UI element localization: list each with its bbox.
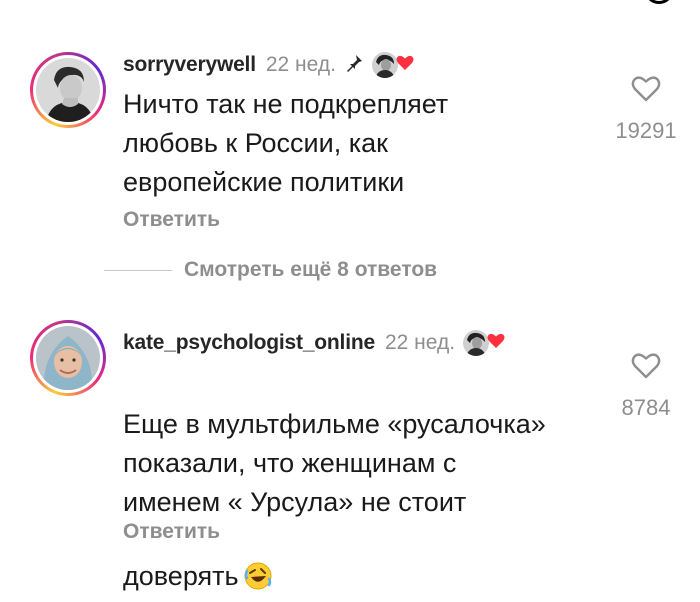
like-button[interactable] xyxy=(606,352,686,385)
reply-button[interactable]: Ответить xyxy=(123,520,220,544)
comment-text: Ничто так не подкрепляет любовь к России… xyxy=(123,89,449,197)
divider-line xyxy=(104,269,172,271)
view-more-replies[interactable]: Смотреть ещё 8 ответов xyxy=(104,258,437,282)
avatar xyxy=(36,326,100,390)
reply-button[interactable]: Ответить xyxy=(123,208,220,232)
red-heart-icon xyxy=(487,333,505,354)
red-heart-icon xyxy=(396,55,414,76)
avatar xyxy=(36,58,100,122)
comment-text: Еще в мультфильме «русалочка» показали, … xyxy=(123,409,546,591)
creator-liked-badge xyxy=(463,330,505,356)
heart-outline-icon xyxy=(631,353,661,379)
creator-liked-badge xyxy=(371,52,414,78)
like-count: 19291 xyxy=(615,118,677,143)
username[interactable]: kate_psychologist_online xyxy=(123,331,375,355)
rolling-on-floor-laughing-emoji xyxy=(243,522,273,602)
top-partial-icon xyxy=(644,0,674,4)
timestamp: 22 нед. xyxy=(384,331,456,354)
avatar-story-ring[interactable] xyxy=(30,320,106,396)
pin-icon xyxy=(344,53,364,78)
heart-outline-icon xyxy=(631,76,661,102)
like-count: 8784 xyxy=(621,395,671,420)
timestamp: 22 нед. xyxy=(265,53,336,76)
avatar-story-ring[interactable] xyxy=(30,52,106,128)
like-button[interactable] xyxy=(606,75,686,108)
creator-avatar xyxy=(463,330,490,356)
view-more-label[interactable]: Смотреть ещё 8 ответов xyxy=(184,258,437,282)
creator-avatar xyxy=(371,52,398,78)
username[interactable]: sorryverywell xyxy=(123,53,256,77)
